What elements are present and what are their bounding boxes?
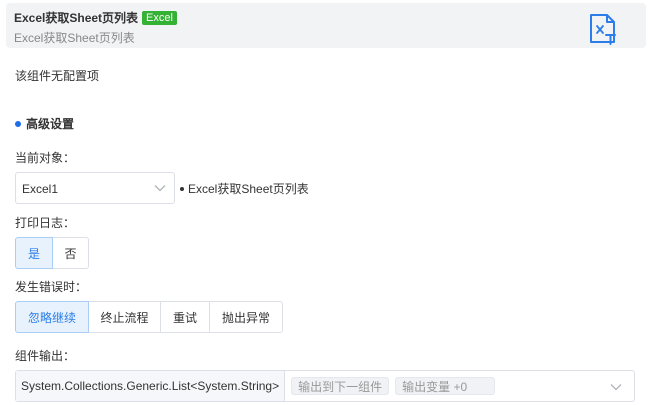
excel-file-icon [590, 14, 616, 45]
output-type: System.Collections.Generic.List<System.S… [16, 371, 286, 401]
no-config-text: 该组件无配置项 [15, 69, 100, 83]
component-header: Excel获取Sheet页列表 Excel Excel获取Sheet页列表 [6, 3, 646, 48]
on-error-toggle: 忽略继续 终止流程 重试 抛出异常 [15, 301, 283, 333]
current-object-label: 当前对象： [15, 151, 76, 165]
chevron-down-icon[interactable] [610, 383, 622, 391]
current-object-description: Excel获取Sheet页列表 [180, 180, 309, 197]
current-object-description-text: Excel获取Sheet页列表 [188, 182, 309, 196]
on-error-label: 发生错误时： [15, 280, 88, 294]
excel-badge: Excel [142, 10, 177, 25]
component-output-field[interactable]: System.Collections.Generic.List<System.S… [15, 370, 635, 402]
component-subtitle: Excel获取Sheet页列表 [14, 31, 135, 45]
on-error-stop-button[interactable]: 终止流程 [88, 301, 161, 333]
print-log-label: 打印日志： [15, 216, 76, 230]
chevron-down-icon [154, 185, 166, 192]
component-title-text: Excel获取Sheet页列表 [14, 11, 139, 25]
component-title: Excel获取Sheet页列表 Excel [14, 9, 177, 26]
print-log-no-button[interactable]: 否 [52, 237, 89, 269]
advanced-settings-title: 高级设置 [15, 115, 74, 132]
advanced-settings-label: 高级设置 [26, 117, 75, 131]
on-error-retry-button[interactable]: 重试 [160, 301, 210, 333]
current-object-value: Excel1 [22, 182, 59, 196]
print-log-toggle: 是 否 [15, 237, 89, 269]
bullet-dot-icon [15, 120, 21, 127]
on-error-ignore-button[interactable]: 忽略继续 [15, 301, 89, 333]
bullet-dot-icon [180, 186, 184, 191]
output-variable-tag[interactable]: 输出变量 +0 [395, 377, 496, 395]
output-next-tag[interactable]: 输出到下一组件 [291, 377, 390, 395]
print-log-yes-button[interactable]: 是 [15, 237, 53, 269]
component-output-label: 组件输出： [15, 349, 76, 363]
current-object-select[interactable]: Excel1 [15, 172, 175, 204]
on-error-throw-button[interactable]: 抛出异常 [209, 301, 283, 333]
